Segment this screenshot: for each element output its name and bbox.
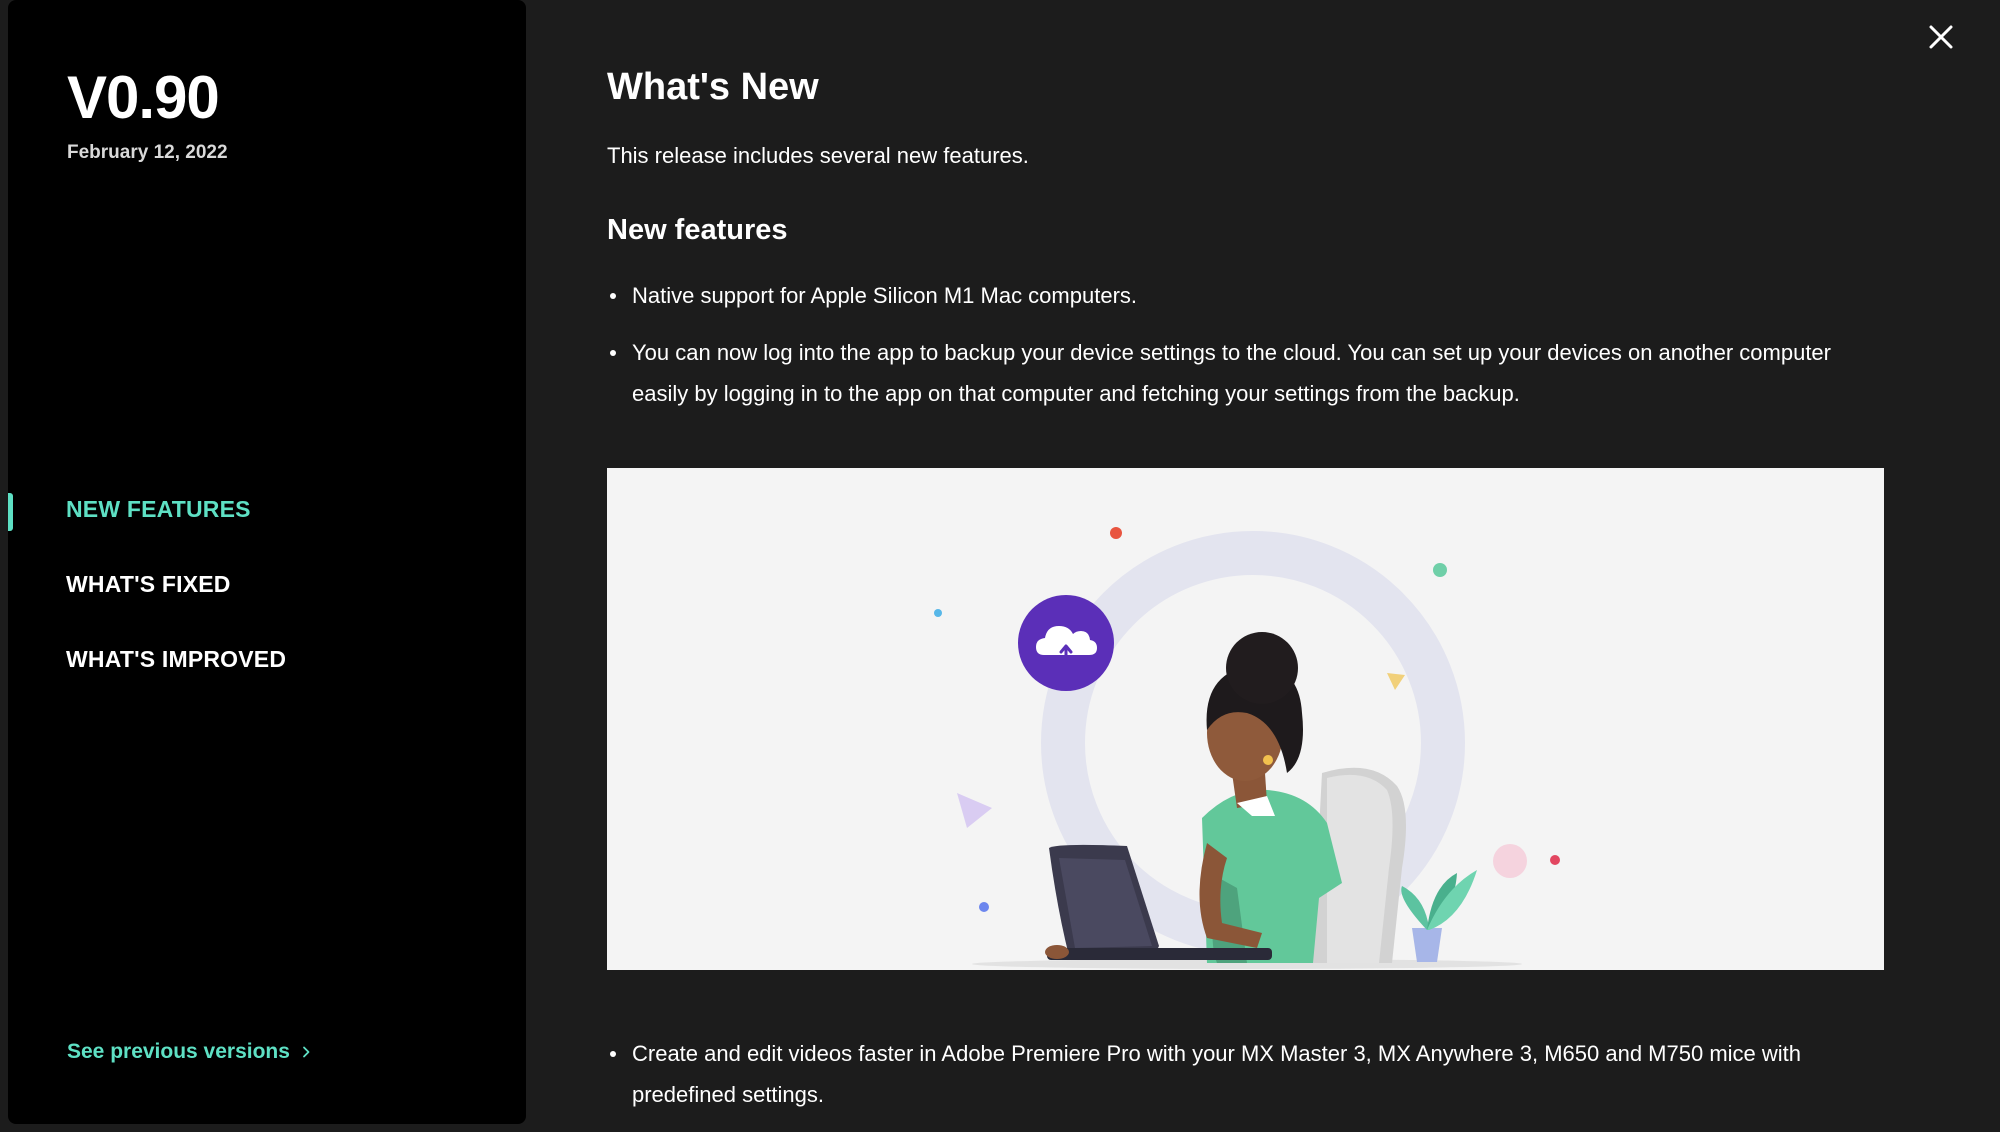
close-icon[interactable] xyxy=(1926,22,1956,52)
section-title: New features xyxy=(607,214,788,246)
active-indicator xyxy=(8,493,13,531)
cloud-upload-icon xyxy=(1018,595,1114,691)
nav-item-new-features[interactable]: NEW FEATURES xyxy=(8,490,526,531)
see-previous-versions-label: See previous versions xyxy=(67,1040,290,1063)
cloud-backup-illustration xyxy=(607,468,1884,970)
nav-item-label: NEW FEATURES xyxy=(66,496,251,522)
chevron-right-icon xyxy=(303,1046,310,1058)
release-notes-window: V0.90 February 12, 2022 NEW FEATURES WHA… xyxy=(0,0,2000,1132)
see-previous-versions-link[interactable]: See previous versions xyxy=(67,1040,312,1064)
nav-item-label: WHAT'S FIXED xyxy=(66,571,231,597)
nav-item-whats-fixed[interactable]: WHAT'S FIXED xyxy=(8,565,526,605)
release-date: February 12, 2022 xyxy=(67,142,228,163)
list-item: Create and edit videos faster in Adobe P… xyxy=(607,1033,1883,1115)
list-item: You can now log into the app to backup y… xyxy=(607,332,1883,414)
main-content: What's New This release includes several… xyxy=(526,0,2000,1132)
list-item: Native support for Apple Silicon M1 Mac … xyxy=(607,275,1883,316)
nav-item-label: WHAT'S IMPROVED xyxy=(66,646,287,672)
intro-text: This release includes several new featur… xyxy=(607,143,1029,168)
feature-list-continued: Create and edit videos faster in Adobe P… xyxy=(607,1033,1883,1115)
sidebar: V0.90 February 12, 2022 NEW FEATURES WHA… xyxy=(8,0,526,1124)
illustration-graphic xyxy=(607,468,1884,970)
feature-list: Native support for Apple Silicon M1 Mac … xyxy=(607,275,1883,430)
version-number: V0.90 xyxy=(67,64,220,131)
section-nav: NEW FEATURES WHAT'S FIXED WHAT'S IMPROVE… xyxy=(8,490,526,715)
page-title: What's New xyxy=(607,66,819,108)
nav-item-whats-improved[interactable]: WHAT'S IMPROVED xyxy=(8,640,526,680)
